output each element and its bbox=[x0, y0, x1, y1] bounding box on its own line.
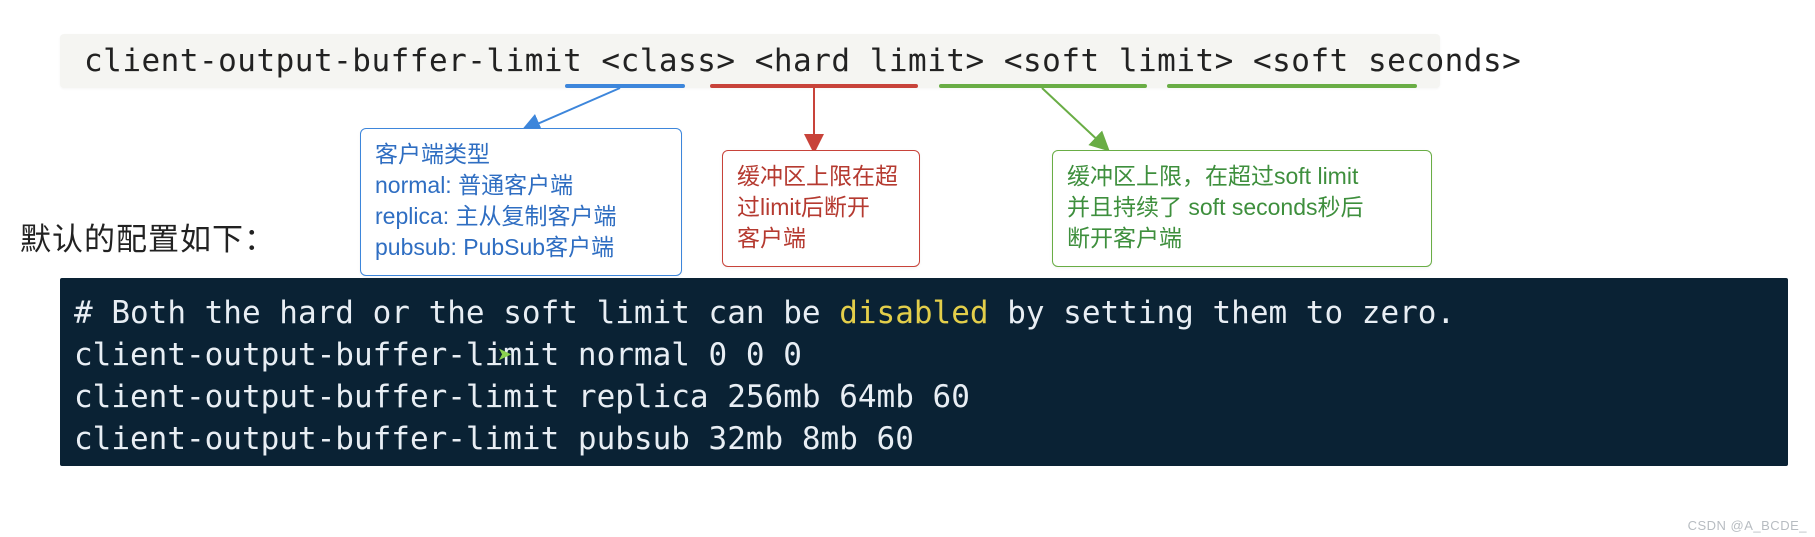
callout-line: 客户端 bbox=[737, 223, 905, 254]
callout-line: 过limit后断开 bbox=[737, 192, 905, 223]
callout-line: normal: 普通客户端 bbox=[375, 170, 667, 201]
arrow-hard bbox=[800, 88, 830, 150]
code-line: client-output-buffer-limit replica 256mb… bbox=[74, 379, 970, 415]
diagram-stage: client-output-buffer-limit <class> <hard… bbox=[0, 0, 1815, 537]
arrow-soft bbox=[1040, 88, 1120, 150]
underline-hard-limit bbox=[710, 84, 918, 88]
callout-line: 断开客户端 bbox=[1067, 223, 1417, 254]
cursor-icon: ➤ bbox=[497, 344, 512, 365]
default-config-label: 默认的配置如下： bbox=[20, 214, 276, 259]
underline-class bbox=[565, 84, 685, 88]
callout-line: replica: 主从复制客户端 bbox=[375, 201, 667, 232]
callout-line: 并且持续了 soft seconds秒后 bbox=[1067, 192, 1417, 223]
code-comment-before: # Both the hard or the soft limit can be bbox=[74, 295, 839, 331]
code-line: client-output-buffer-limit normal 0 0 0 bbox=[74, 337, 802, 373]
callout-line: 缓冲区上限在超 bbox=[737, 161, 905, 192]
callout-line: 客户端类型 bbox=[375, 139, 667, 170]
code-block: # Both the hard or the soft limit can be… bbox=[60, 278, 1788, 466]
underline-soft-seconds bbox=[1167, 84, 1417, 88]
callout-line: 缓冲区上限，在超过soft limit bbox=[1067, 161, 1417, 192]
callout-line: pubsub: PubSub客户端 bbox=[375, 232, 667, 263]
code-highlight-keyword: disabled bbox=[839, 295, 988, 331]
watermark: CSDN @A_BCDE_ bbox=[1688, 518, 1807, 533]
callout-hard-limit: 缓冲区上限在超 过limit后断开 客户端 bbox=[722, 150, 920, 267]
code-line: client-output-buffer-limit pubsub 32mb 8… bbox=[74, 421, 914, 457]
code-comment-after: by setting them to zero. bbox=[989, 295, 1456, 331]
callout-soft-limit: 缓冲区上限，在超过soft limit 并且持续了 soft seconds秒后… bbox=[1052, 150, 1432, 267]
syntax-bar: client-output-buffer-limit <class> <hard… bbox=[60, 34, 1440, 88]
arrow-class bbox=[520, 88, 640, 132]
underline-soft-limit bbox=[939, 84, 1147, 88]
syntax-text: client-output-buffer-limit <class> <hard… bbox=[84, 43, 1521, 79]
callout-class: 客户端类型 normal: 普通客户端 replica: 主从复制客户端 pub… bbox=[360, 128, 682, 276]
